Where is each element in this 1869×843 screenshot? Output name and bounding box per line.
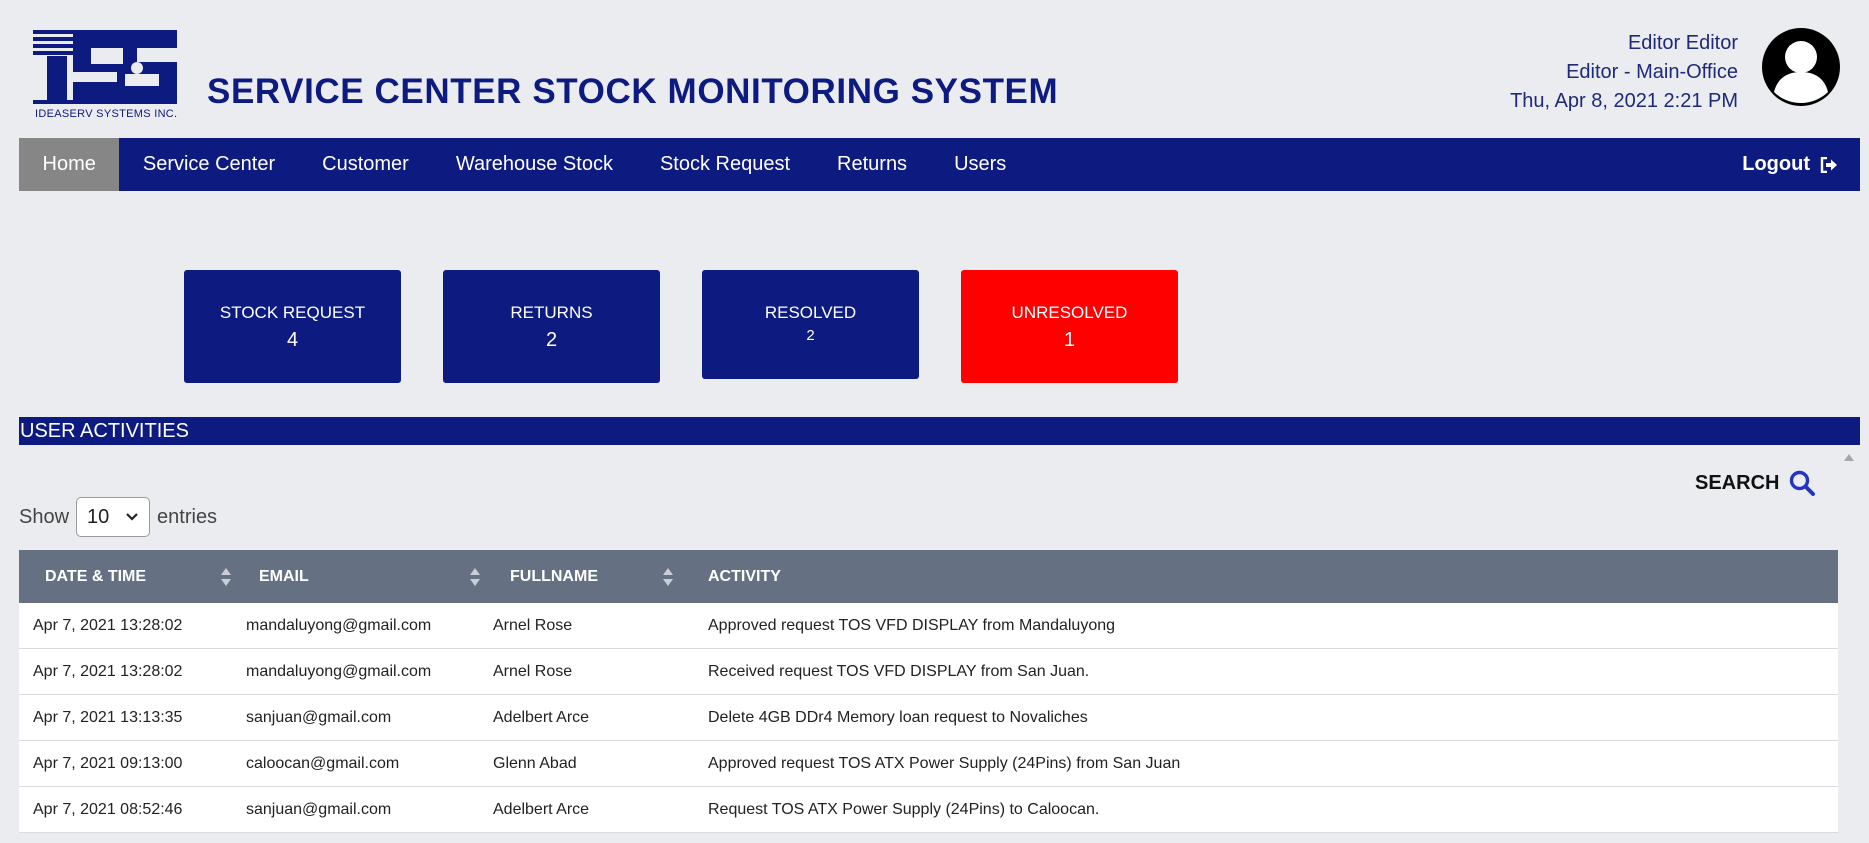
column-activity: ACTIVITY bbox=[686, 550, 1838, 603]
stock-request-card-label: STOCK REQUEST bbox=[219, 303, 366, 322]
entries-select-value: 10 bbox=[87, 505, 110, 528]
table-row: Apr 7, 2021 13:28:02 mandaluyong@gmail.c… bbox=[19, 603, 1838, 649]
cell-email: sanjuan@gmail.com bbox=[246, 708, 392, 726]
cell-fullname: Arnel Rose bbox=[493, 662, 573, 680]
cell-date-time: Apr 7, 2021 13:28:02 bbox=[33, 662, 183, 680]
search-icon bbox=[1790, 470, 1816, 496]
search-label: SEARCH bbox=[1695, 471, 1780, 494]
table-row: Apr 7, 2021 13:28:02 mandaluyong@gmail.c… bbox=[19, 649, 1838, 695]
resolved-count: 2 bbox=[806, 327, 815, 344]
user-info: Editor Editor Editor - Main-Office Thu, … bbox=[1510, 29, 1738, 116]
column-activity-label: ACTIVITY bbox=[708, 567, 781, 585]
unresolved-card[interactable]: UNRESOLVED 1 bbox=[961, 270, 1178, 383]
column-fullname-label: FULLNAME bbox=[510, 567, 598, 585]
cell-email: sanjuan@gmail.com bbox=[246, 800, 392, 818]
sort-icon bbox=[663, 568, 673, 586]
logo-caption: IDEASERV SYSTEMS INC. bbox=[35, 108, 178, 120]
cell-email: mandaluyong@gmail.com bbox=[246, 616, 432, 634]
nav-customer[interactable]: Customer bbox=[299, 138, 433, 191]
unresolved-count: 1 bbox=[1063, 329, 1076, 351]
cell-date-time: Apr 7, 2021 08:52:46 bbox=[33, 800, 183, 818]
nav-returns[interactable]: Returns bbox=[814, 138, 931, 191]
cell-activity: Received request TOS VFD DISPLAY from Sa… bbox=[708, 662, 1090, 680]
nav-users[interactable]: Users bbox=[931, 138, 1030, 191]
cell-fullname: Adelbert Arce bbox=[493, 708, 590, 726]
cell-date-time: Apr 7, 2021 13:28:02 bbox=[33, 616, 183, 634]
entries-select[interactable]: 10 bbox=[76, 497, 151, 537]
logout-label: Logout bbox=[1742, 153, 1810, 175]
cell-fullname: Adelbert Arce bbox=[493, 800, 590, 818]
nav-home[interactable]: Home bbox=[19, 138, 120, 191]
column-email-label: EMAIL bbox=[259, 567, 309, 585]
returns-card-label: RETURNS bbox=[510, 303, 593, 322]
table-row: Apr 7, 2021 08:52:46 sanjuan@gmail.com A… bbox=[19, 787, 1838, 833]
cell-fullname: Glenn Abad bbox=[493, 754, 577, 772]
sort-icon bbox=[221, 568, 231, 586]
resolved-card-label: RESOLVED bbox=[764, 303, 857, 322]
cell-email: caloocan@gmail.com bbox=[246, 754, 400, 772]
returns-card[interactable]: RETURNS 2 bbox=[443, 270, 660, 383]
unresolved-card-label: UNRESOLVED bbox=[1011, 303, 1128, 322]
user-role: Editor - Main-Office bbox=[1566, 61, 1738, 83]
cell-activity: Approved request TOS ATX Power Supply (2… bbox=[708, 754, 1181, 772]
company-logo bbox=[33, 30, 177, 104]
nav-stock-request[interactable]: Stock Request bbox=[636, 138, 813, 191]
column-email[interactable]: EMAIL bbox=[244, 550, 493, 603]
stock-request-card[interactable]: STOCK REQUEST 4 bbox=[184, 270, 401, 383]
cell-date-time: Apr 7, 2021 13:13:35 bbox=[33, 708, 183, 726]
nav-service-center[interactable]: Service Center bbox=[119, 138, 298, 191]
column-date-time[interactable]: DATE & TIME bbox=[19, 550, 244, 603]
current-datetime: Thu, Apr 8, 2021 2:21 PM bbox=[1510, 90, 1738, 112]
sign-out-icon bbox=[1820, 156, 1837, 173]
activities-table: DATE & TIME EMAIL FULLNAME ACTIVITY Apr … bbox=[19, 550, 1838, 833]
main-navbar: Home Service Center Customer Warehouse S… bbox=[19, 138, 1860, 191]
logout-button[interactable]: Logout bbox=[1719, 138, 1860, 191]
cell-activity: Delete 4GB DDr4 Memory loan request to N… bbox=[708, 708, 1088, 726]
cell-activity: Approved request TOS VFD DISPLAY from Ma… bbox=[708, 616, 1116, 634]
resolved-card[interactable]: RESOLVED 2 bbox=[702, 270, 919, 379]
chevron-down-icon bbox=[126, 513, 138, 521]
returns-count: 2 bbox=[545, 329, 558, 351]
column-date-time-label: DATE & TIME bbox=[45, 567, 147, 585]
nav-warehouse-stock[interactable]: Warehouse Stock bbox=[432, 138, 636, 191]
scrollbar-up-arrow[interactable] bbox=[1844, 454, 1854, 461]
show-entries-control: Show 10 entries bbox=[19, 497, 217, 537]
user-activities-heading: USER ACTIVITIES bbox=[19, 417, 1860, 445]
stock-request-count: 4 bbox=[286, 329, 299, 351]
user-avatar-icon[interactable] bbox=[1760, 26, 1842, 108]
cell-date-time: Apr 7, 2021 09:13:00 bbox=[33, 754, 183, 772]
app-title: SERVICE CENTER STOCK MONITORING SYSTEM bbox=[207, 72, 1059, 111]
search-button[interactable]: SEARCH bbox=[1695, 470, 1816, 496]
sort-icon bbox=[470, 568, 480, 586]
show-label: Show bbox=[19, 505, 70, 528]
user-name: Editor Editor bbox=[1627, 32, 1738, 54]
cell-fullname: Arnel Rose bbox=[493, 616, 573, 634]
cell-email: mandaluyong@gmail.com bbox=[246, 662, 432, 680]
table-row: Apr 7, 2021 09:13:00 caloocan@gmail.com … bbox=[19, 741, 1838, 787]
column-fullname[interactable]: FULLNAME bbox=[493, 550, 686, 603]
cell-activity: Request TOS ATX Power Supply (24Pins) to… bbox=[708, 800, 1100, 818]
entries-label: entries bbox=[157, 505, 218, 528]
table-row: Apr 7, 2021 13:13:35 sanjuan@gmail.com A… bbox=[19, 695, 1838, 741]
table-header: DATE & TIME EMAIL FULLNAME ACTIVITY bbox=[19, 550, 1838, 603]
